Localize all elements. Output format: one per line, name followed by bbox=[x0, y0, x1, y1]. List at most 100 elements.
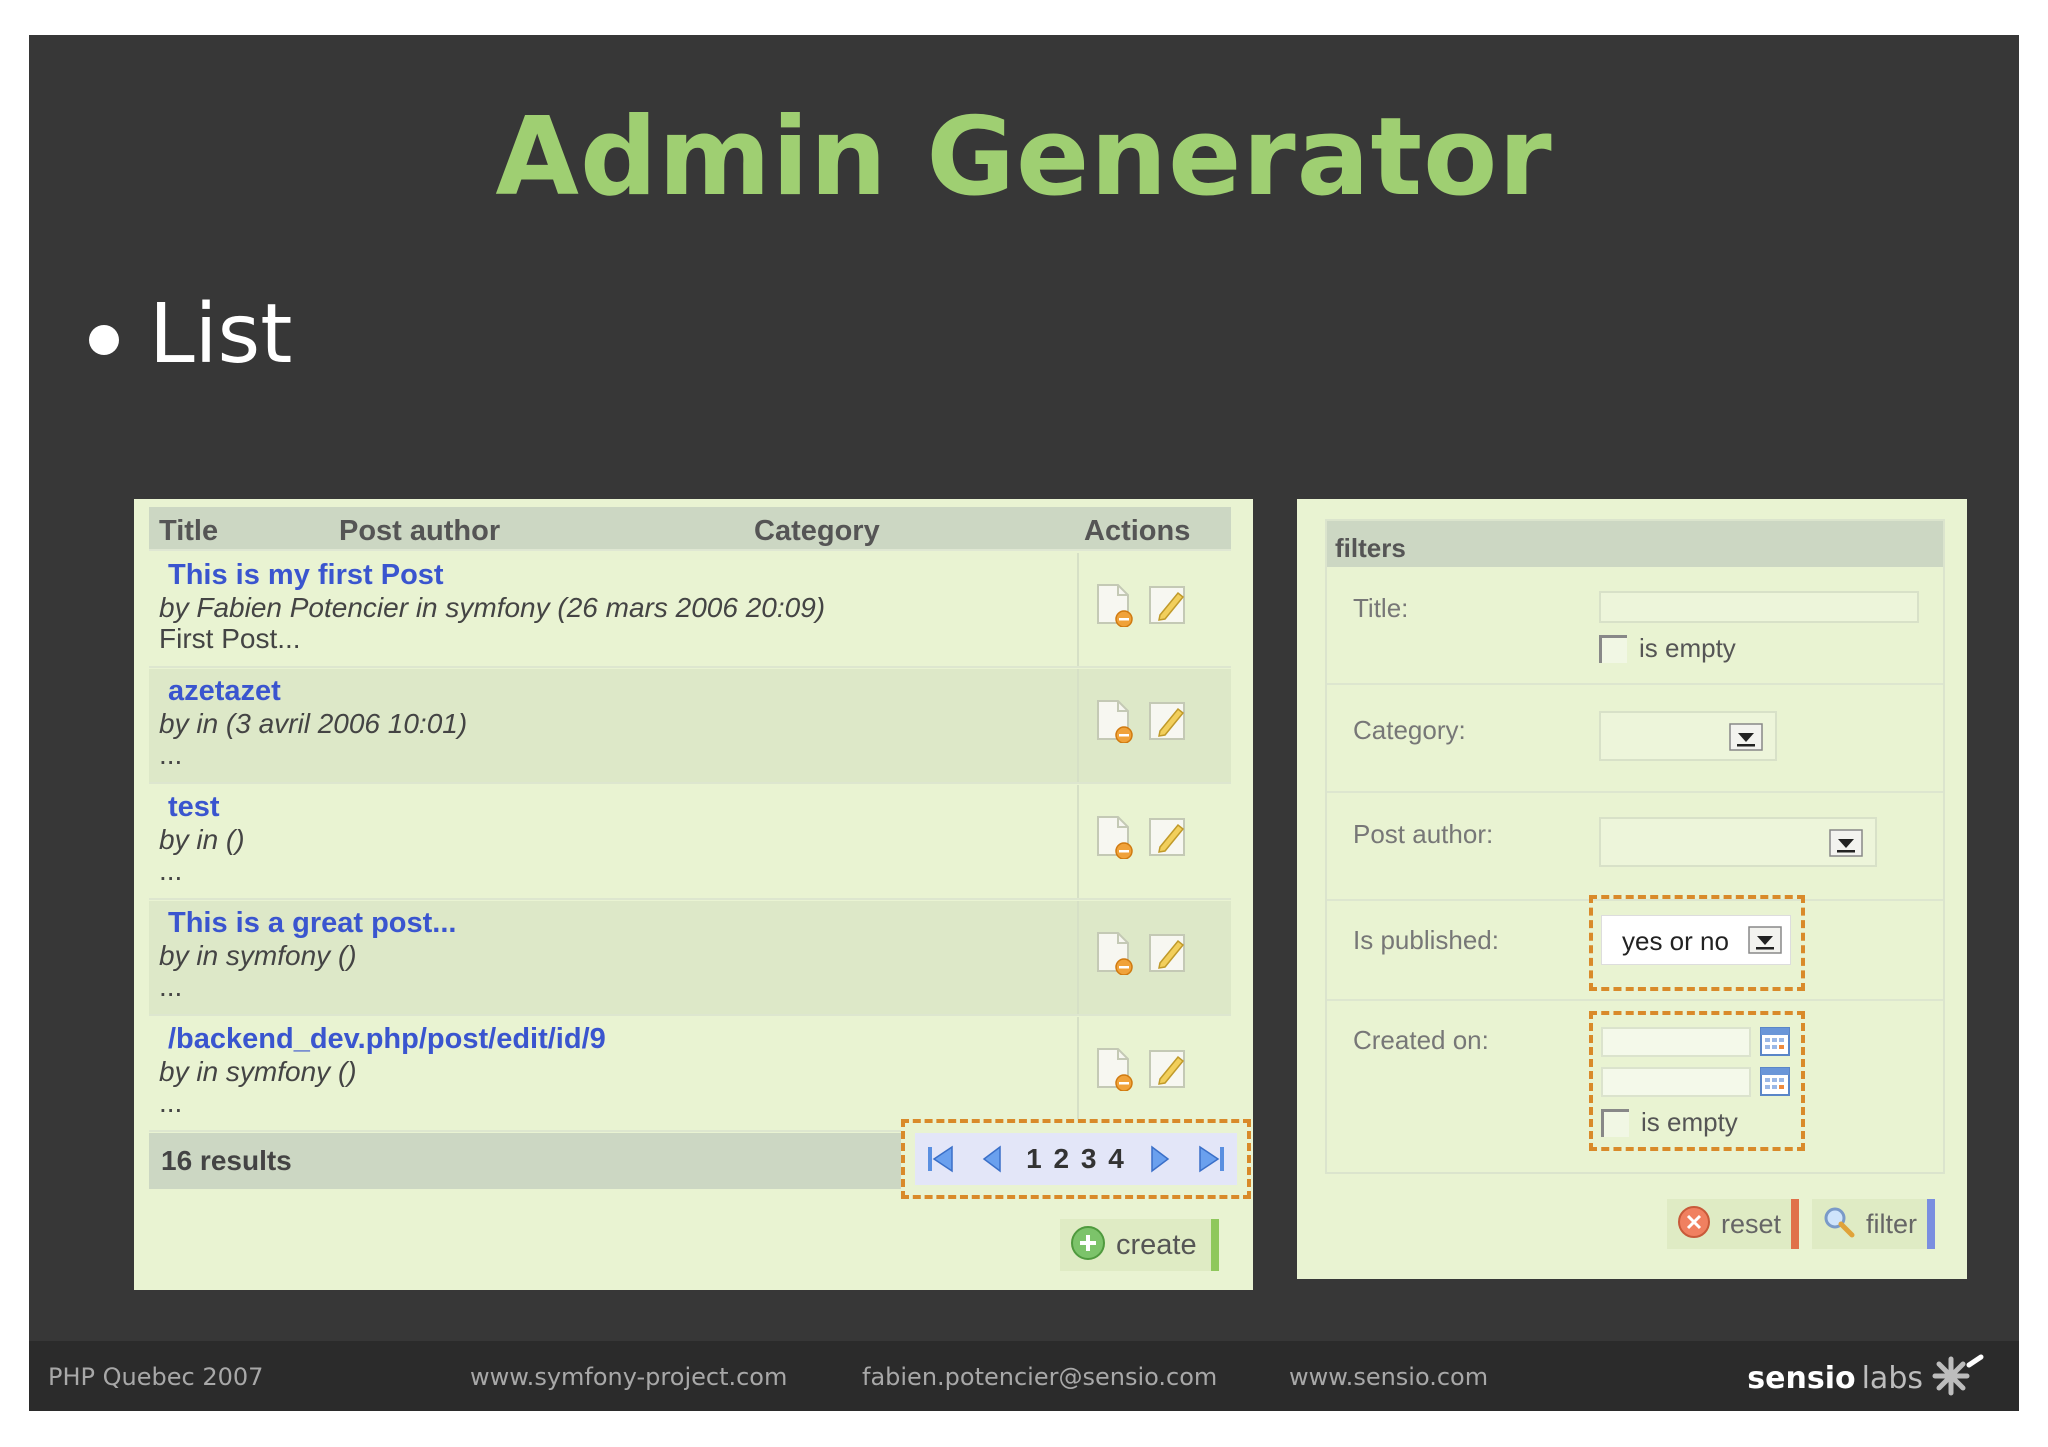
filters-fieldset: filters Title: is empty Category: Post a… bbox=[1325, 519, 1945, 1174]
footer-event: PHP Quebec 2007 bbox=[48, 1363, 264, 1391]
row-actions bbox=[1094, 815, 1188, 859]
filter-label-post-author: Post author: bbox=[1353, 819, 1494, 849]
post-excerpt: First Post... bbox=[159, 623, 301, 654]
document-delete-icon[interactable] bbox=[1094, 699, 1134, 743]
document-delete-icon[interactable] bbox=[1094, 815, 1134, 859]
row-actions bbox=[1094, 699, 1188, 743]
row-content: azetazet by in (3 avril 2006 10:01) ... bbox=[149, 669, 1079, 782]
sensiolabs-logo: sensio labs bbox=[1747, 1353, 1985, 1403]
filter-button[interactable]: filter bbox=[1812, 1199, 1936, 1249]
bullet-text: List bbox=[149, 287, 293, 382]
is-published-highlight: yes or no bbox=[1589, 895, 1805, 991]
filter-label-created-on: Created on: bbox=[1353, 1025, 1489, 1055]
post-byline: by Fabien Potencier in symfony (26 mars … bbox=[159, 592, 826, 623]
category-select[interactable] bbox=[1599, 711, 1777, 761]
previous-page-icon[interactable] bbox=[976, 1142, 1008, 1176]
created-is-empty-checkbox[interactable]: is empty bbox=[1601, 1107, 1738, 1138]
post-byline: by in () bbox=[159, 824, 245, 855]
column-header-title[interactable]: Title bbox=[159, 515, 218, 548]
table-row: test by in () ... bbox=[149, 785, 1231, 900]
row-content: This is a great post... by in symfony ()… bbox=[149, 901, 1079, 1014]
is-published-select[interactable]: yes or no bbox=[1601, 915, 1791, 965]
reset-circle-icon bbox=[1677, 1205, 1711, 1243]
list-header: Title Post author Category Actions bbox=[149, 507, 1231, 551]
page-numbers[interactable]: 1 2 3 4 bbox=[1026, 1143, 1126, 1175]
post-excerpt: ... bbox=[159, 739, 183, 770]
title-is-empty-checkbox[interactable]: is empty bbox=[1599, 633, 1736, 664]
pencil-edit-icon[interactable] bbox=[1148, 931, 1188, 975]
post-title-link[interactable]: test bbox=[168, 791, 1077, 823]
filters-legend: filters bbox=[1327, 521, 1943, 567]
table-row: This is my first Post by Fabien Potencie… bbox=[149, 553, 1231, 668]
title-filter-input[interactable] bbox=[1599, 591, 1919, 623]
asterisk-logo-icon bbox=[1929, 1353, 1985, 1403]
plus-circle-icon bbox=[1070, 1225, 1106, 1265]
chevron-down-icon bbox=[1829, 829, 1863, 857]
create-button[interactable]: create bbox=[1060, 1219, 1219, 1271]
footer-site-link[interactable]: www.symfony-project.com bbox=[470, 1363, 787, 1391]
last-page-icon[interactable] bbox=[1195, 1142, 1227, 1176]
magnifier-icon bbox=[1822, 1205, 1856, 1243]
post-title-link[interactable]: This is my first Post bbox=[168, 559, 1077, 591]
slide-title: Admin Generator bbox=[495, 95, 1553, 220]
filter-label: filter bbox=[1866, 1208, 1918, 1239]
row-actions bbox=[1094, 931, 1188, 975]
reset-button[interactable]: reset bbox=[1667, 1199, 1800, 1249]
table-row: /backend_dev.php/post/edit/id/9 by in sy… bbox=[149, 1017, 1231, 1132]
filter-row-is-published: Is published: yes or no bbox=[1327, 895, 1943, 1001]
document-delete-icon[interactable] bbox=[1094, 583, 1134, 627]
logo-text-bold: sensio bbox=[1747, 1360, 1856, 1396]
filter-row-category: Category: bbox=[1327, 685, 1943, 793]
checkbox-box[interactable] bbox=[1601, 1108, 1629, 1137]
document-delete-icon[interactable] bbox=[1094, 1047, 1134, 1091]
pagination-highlight: 1 2 3 4 bbox=[901, 1119, 1251, 1199]
logo-text-light: labs bbox=[1861, 1360, 1923, 1396]
pencil-edit-icon[interactable] bbox=[1148, 815, 1188, 859]
post-author-select[interactable] bbox=[1599, 817, 1877, 867]
checkbox-label: is empty bbox=[1639, 633, 1736, 663]
row-actions bbox=[1094, 1047, 1188, 1091]
pencil-edit-icon[interactable] bbox=[1148, 1047, 1188, 1091]
post-title-link[interactable]: azetazet bbox=[168, 675, 1077, 707]
pencil-edit-icon[interactable] bbox=[1148, 583, 1188, 627]
created-from-input[interactable] bbox=[1601, 1027, 1751, 1057]
post-byline: by in symfony () bbox=[159, 1056, 357, 1087]
column-header-category[interactable]: Category bbox=[754, 515, 880, 548]
document-delete-icon[interactable] bbox=[1094, 931, 1134, 975]
filter-row-post-author: Post author: bbox=[1327, 793, 1943, 901]
post-title-link[interactable]: /backend_dev.php/post/edit/id/9 bbox=[168, 1023, 1077, 1055]
filter-row-created-on: Created on: is empty bbox=[1327, 1001, 1943, 1173]
chevron-down-icon bbox=[1748, 926, 1782, 954]
table-row: This is a great post... by in symfony ()… bbox=[149, 901, 1231, 1016]
column-header-actions: Actions bbox=[1084, 515, 1191, 547]
cropped-caption bbox=[146, 499, 306, 502]
filter-label-is-published: Is published: bbox=[1353, 925, 1499, 955]
checkbox-label: is empty bbox=[1641, 1107, 1738, 1137]
table-row: azetazet by in (3 avril 2006 10:01) ... bbox=[149, 669, 1231, 784]
pencil-edit-icon[interactable] bbox=[1148, 699, 1188, 743]
bullet-dot bbox=[89, 325, 119, 355]
row-content: This is my first Post by Fabien Potencie… bbox=[149, 553, 1079, 666]
footer-company-link[interactable]: www.sensio.com bbox=[1289, 1363, 1488, 1391]
row-content: test by in () ... bbox=[149, 785, 1079, 898]
column-header-post-author[interactable]: Post author bbox=[339, 515, 500, 548]
pagination: 1 2 3 4 bbox=[915, 1133, 1237, 1185]
select-value: yes or no bbox=[1622, 926, 1729, 956]
footer-email-link[interactable]: fabien.potencier@sensio.com bbox=[862, 1363, 1217, 1391]
calendar-icon[interactable] bbox=[1759, 1025, 1791, 1057]
row-content: /backend_dev.php/post/edit/id/9 by in sy… bbox=[149, 1017, 1079, 1130]
next-page-icon[interactable] bbox=[1144, 1142, 1176, 1176]
post-excerpt: ... bbox=[159, 1087, 183, 1118]
create-label: create bbox=[1116, 1228, 1197, 1261]
list-panel: Title Post author Category Actions This … bbox=[134, 499, 1253, 1290]
slide-footer: PHP Quebec 2007 www.symfony-project.com … bbox=[29, 1341, 2019, 1411]
reset-label: reset bbox=[1721, 1208, 1782, 1239]
calendar-icon[interactable] bbox=[1759, 1065, 1791, 1097]
filter-label-category: Category: bbox=[1353, 715, 1466, 745]
first-page-icon[interactable] bbox=[925, 1142, 957, 1176]
row-actions bbox=[1094, 583, 1188, 627]
created-to-input[interactable] bbox=[1601, 1067, 1751, 1097]
post-title-link[interactable]: This is a great post... bbox=[168, 907, 1077, 939]
post-excerpt: ... bbox=[159, 855, 183, 886]
checkbox-box[interactable] bbox=[1599, 634, 1627, 663]
